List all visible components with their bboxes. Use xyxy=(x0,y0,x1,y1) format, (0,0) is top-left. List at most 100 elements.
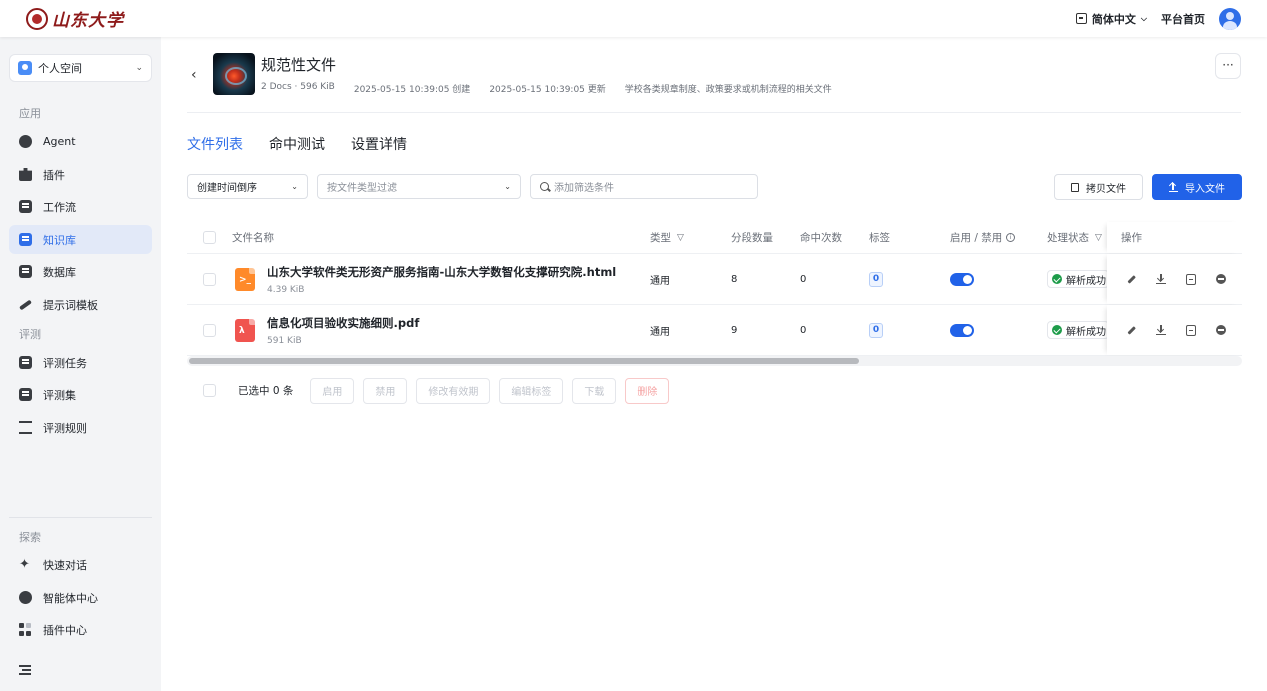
tab-settings[interactable]: 设置详情 xyxy=(351,134,407,154)
column-header-type-label: 类型 xyxy=(650,232,671,244)
sidebar-item-plugin-center[interactable]: 插件中心 xyxy=(9,615,152,644)
sidebar-item-label: 评测规则 xyxy=(43,421,87,435)
tab-bar: 文件列表 命中测试 设置详情 xyxy=(187,134,407,154)
section-label-apps: 应用 xyxy=(19,107,41,120)
sidebar-item-label: 智能体中心 xyxy=(43,591,98,605)
kb-meta: 2 Docs · 596 KiB 2025-05-15 10:39:05 创建 … xyxy=(261,82,832,95)
tag-count-badge[interactable]: 0 xyxy=(869,271,883,287)
page-title: 规范性文件 xyxy=(261,56,337,74)
download-icon[interactable] xyxy=(1154,305,1168,355)
space-selector[interactable]: 个人空间 ⌄ xyxy=(9,54,152,82)
pen-icon xyxy=(19,298,32,311)
collapse-sidebar-icon[interactable] xyxy=(19,665,31,675)
tab-file-list[interactable]: 文件列表 xyxy=(187,134,243,154)
sidebar-item-eval-rules[interactable]: 评测规则 xyxy=(9,413,152,442)
section-label-eval: 评测 xyxy=(19,328,41,341)
sidebar-item-prompt-templates[interactable]: 提示词模板 xyxy=(9,290,152,319)
sidebar-item-agent-center[interactable]: 智能体中心 xyxy=(9,583,152,612)
tag-count-badge[interactable]: 0 xyxy=(869,322,883,338)
kb-created-time: 2025-05-15 10:39:05 创建 xyxy=(353,85,471,95)
column-header-status-label: 处理状态 xyxy=(1047,232,1089,244)
scrollbar-thumb[interactable] xyxy=(189,358,859,364)
pdf-file-icon: λ xyxy=(235,318,255,342)
remove-icon[interactable] xyxy=(1214,254,1228,304)
sidebar-item-label: 评测集 xyxy=(43,388,76,402)
download-icon[interactable] xyxy=(1154,254,1168,304)
file-name[interactable]: 信息化项目验收实施细则.pdf xyxy=(267,315,419,331)
language-switcher[interactable]: 简体中文 ⌵ xyxy=(1075,11,1147,27)
agent-icon xyxy=(19,135,32,148)
column-header-status[interactable]: 处理状态 ▽ xyxy=(1047,222,1102,253)
search-icon xyxy=(540,182,549,191)
bot-icon xyxy=(19,591,32,604)
kb-updated-time: 2025-05-15 10:39:05 更新 xyxy=(489,85,606,95)
remove-icon[interactable] xyxy=(1214,305,1228,355)
workflow-icon xyxy=(19,200,32,213)
file-size: 4.39 KiB xyxy=(267,284,305,295)
bulk-delete-button[interactable]: 删除 xyxy=(625,377,670,404)
filter-condition-placeholder: 添加筛选条件 xyxy=(554,183,614,194)
bulk-download-button[interactable]: 下载 xyxy=(572,377,617,404)
enable-toggle[interactable] xyxy=(950,272,974,286)
file-size: 591 KiB xyxy=(267,335,302,346)
status-badge: 解析成功 xyxy=(1047,321,1109,339)
column-header-name: 文件名称 xyxy=(232,232,274,244)
sidebar-item-workflow[interactable]: 工作流 xyxy=(9,192,152,221)
filter-icon[interactable]: ▽ xyxy=(677,233,684,243)
seal-icon xyxy=(26,7,48,30)
document-icon[interactable] xyxy=(1184,254,1198,304)
user-avatar[interactable] xyxy=(1219,7,1241,30)
university-logo[interactable]: 山东大学 xyxy=(26,6,124,31)
import-files-button[interactable]: 导入文件 xyxy=(1152,174,1242,200)
space-label: 个人空间 xyxy=(38,62,82,75)
platform-home-link[interactable]: 平台首页 xyxy=(1161,11,1205,27)
sidebar-item-knowledge-base[interactable]: 知识库 xyxy=(9,225,152,254)
sidebar: 个人空间 ⌄ 应用 Agent 插件 工作流 知识库 数据库 提示词模板 评测 … xyxy=(0,37,161,691)
filter-condition-input[interactable]: 添加筛选条件 xyxy=(530,174,758,199)
translate-icon xyxy=(1075,13,1087,24)
edit-icon[interactable] xyxy=(1124,305,1138,355)
info-icon[interactable]: i xyxy=(1006,233,1016,242)
column-header-type[interactable]: 类型 ▽ xyxy=(650,222,684,253)
bulk-edit-validity-button[interactable]: 修改有效期 xyxy=(416,377,491,404)
table-row[interactable]: >_ 山东大学软件类无形资产服务指南-山东大学数智化支撑研究院.html 4.3… xyxy=(187,254,1242,305)
row-checkbox[interactable] xyxy=(203,272,216,286)
bulk-disable-button[interactable]: 禁用 xyxy=(363,377,408,404)
sidebar-item-quick-chat[interactable]: ✦ 快速对话 xyxy=(9,550,152,579)
sidebar-item-label: Agent xyxy=(43,135,76,148)
copy-icon xyxy=(1071,182,1079,192)
bulk-select-checkbox[interactable] xyxy=(203,384,216,397)
filter-icon[interactable]: ▽ xyxy=(1095,233,1102,243)
sidebar-item-agent[interactable]: Agent xyxy=(9,127,152,156)
sidebar-item-label: 知识库 xyxy=(43,233,76,247)
column-header-segments: 分段数量 xyxy=(731,232,773,244)
horizontal-scrollbar[interactable] xyxy=(187,356,1242,366)
enable-toggle[interactable] xyxy=(950,323,974,337)
file-name[interactable]: 山东大学软件类无形资产服务指南-山东大学数智化支撑研究院.html xyxy=(267,264,616,280)
back-arrow-icon[interactable]: ‹ xyxy=(191,67,197,83)
more-options-button[interactable]: ··· xyxy=(1215,53,1241,79)
file-type-filter[interactable]: 按文件类型过滤 ⌄ xyxy=(317,174,521,199)
select-all-checkbox[interactable] xyxy=(203,231,216,244)
edit-icon[interactable] xyxy=(1124,254,1138,304)
sidebar-item-database[interactable]: 数据库 xyxy=(9,257,152,286)
status-label: 解析成功 xyxy=(1066,275,1106,287)
chevron-down-icon: ⌄ xyxy=(135,63,143,73)
language-label: 简体中文 xyxy=(1091,12,1136,26)
kb-description: 学校各类规章制度、政策要求或机制流程的相关文件 xyxy=(624,85,832,95)
bulk-edit-tags-button[interactable]: 编辑标签 xyxy=(499,377,564,404)
sidebar-item-label: 工作流 xyxy=(43,200,76,214)
status-badge: 解析成功 xyxy=(1047,270,1109,288)
sidebar-item-eval-sets[interactable]: 评测集 xyxy=(9,380,152,409)
sidebar-item-eval-tasks[interactable]: 评测任务 xyxy=(9,348,152,377)
user-space-icon xyxy=(18,61,32,75)
sidebar-item-plugins[interactable]: 插件 xyxy=(9,160,152,189)
tab-hit-test[interactable]: 命中测试 xyxy=(269,134,325,154)
copy-files-button[interactable]: 拷贝文件 xyxy=(1054,174,1143,200)
document-icon[interactable] xyxy=(1184,305,1198,355)
sort-select[interactable]: 创建时间倒序 ⌄ xyxy=(187,174,308,199)
table-row[interactable]: λ 信息化项目验收实施细则.pdf 591 KiB 通用 9 0 0 解析成功 xyxy=(187,305,1242,356)
bulk-enable-button[interactable]: 启用 xyxy=(310,377,355,404)
row-checkbox[interactable] xyxy=(203,323,216,337)
chevron-down-icon: ⌄ xyxy=(504,182,511,191)
